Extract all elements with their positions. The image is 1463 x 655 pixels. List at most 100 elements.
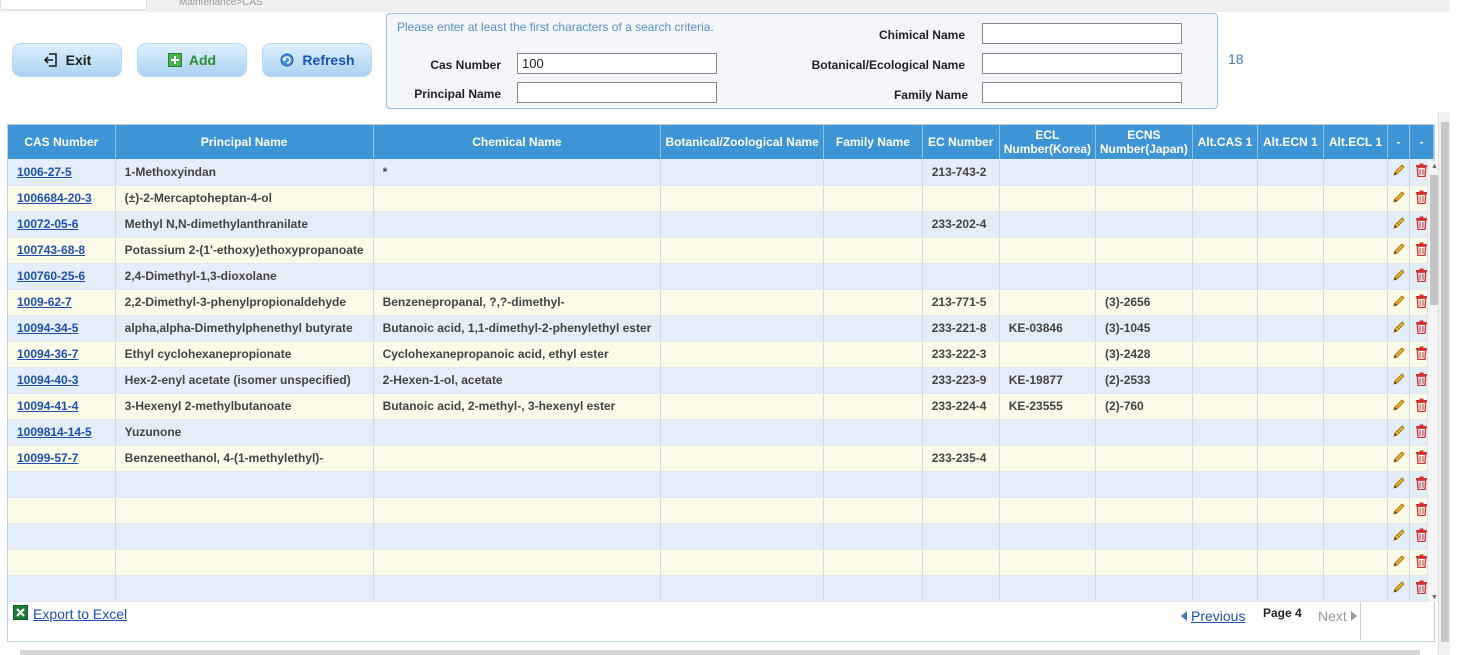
chimical-name-input[interactable] (982, 23, 1182, 44)
top-tab[interactable] (0, 0, 147, 10)
exit-label: Exit (65, 52, 92, 68)
table-cell: Butanoic acid, 2-methyl-, 3-hexenyl este… (373, 393, 662, 420)
edit-cell (1387, 237, 1411, 264)
pencil-icon[interactable] (1392, 580, 1406, 597)
table-cell (660, 497, 825, 524)
pencil-icon[interactable] (1392, 190, 1406, 207)
table-cell (115, 497, 374, 524)
family-name-input[interactable] (982, 82, 1182, 103)
previous-page-link[interactable]: Previous (1181, 608, 1245, 624)
export-to-excel-link[interactable]: Export to Excel (13, 605, 127, 623)
table-cell: Ethyl cyclohexanepropionate (115, 341, 374, 368)
cas-number-link[interactable]: 10072-05-6 (17, 217, 78, 231)
column-header-10[interactable]: Alt.ECL 1 (1323, 125, 1389, 159)
table-cell: 3-Hexenyl 2-methylbutanoate (115, 393, 374, 420)
table-cell (823, 159, 923, 186)
table-cell (1323, 471, 1389, 498)
table-cell (1192, 445, 1259, 472)
chevron-right-icon (1350, 608, 1357, 624)
table-cell (660, 185, 825, 212)
pencil-icon[interactable] (1392, 372, 1406, 389)
page-scrollbar[interactable] (1438, 112, 1450, 655)
table-cell: 233-221-8 (922, 315, 1000, 342)
pencil-icon[interactable] (1392, 502, 1406, 519)
table-cell: KE-19877 (999, 367, 1097, 394)
botanical-name-input[interactable] (982, 53, 1182, 74)
pencil-icon[interactable] (1392, 450, 1406, 467)
table-cell (1192, 549, 1259, 576)
table-cell (115, 575, 374, 602)
principal-name-input[interactable] (517, 82, 717, 103)
table-cell: 2,4-Dimethyl-1,3-dioxolane (115, 263, 374, 290)
edit-cell (1387, 263, 1411, 290)
table-cell: 10094-41-4 (8, 393, 116, 420)
table-cell (922, 549, 1000, 576)
pencil-icon[interactable] (1392, 320, 1406, 337)
table-cell (1095, 185, 1193, 212)
cas-number-link[interactable]: 1006-27-5 (17, 165, 72, 179)
edit-cell (1387, 211, 1411, 238)
column-header-7[interactable]: ECNS Number(Japan) (1095, 125, 1193, 159)
pencil-icon[interactable] (1392, 424, 1406, 441)
export-to-excel-label: Export to Excel (33, 606, 128, 622)
cas-table: CAS Number Principal Name Chemical Name Bot… (8, 125, 1434, 602)
cas-number-link[interactable]: 10094-41-4 (17, 399, 78, 413)
pencil-icon[interactable] (1392, 528, 1406, 545)
table-cell (1323, 367, 1389, 394)
pencil-icon[interactable] (1392, 268, 1406, 285)
cas-number-link[interactable]: 1009814-14-5 (17, 425, 92, 439)
table-cell: 10094-36-7 (8, 341, 116, 368)
next-page-link[interactable]: Next (1318, 608, 1357, 624)
page-horizontal-scrollbar[interactable] (20, 650, 1420, 655)
pencil-icon[interactable] (1392, 294, 1406, 311)
table-cell (373, 185, 662, 212)
column-header-4[interactable]: Family Name (823, 125, 923, 159)
column-header-9[interactable]: Alt.ECN 1 (1257, 125, 1324, 159)
cas-number-link[interactable]: 1006684-20-3 (17, 191, 92, 205)
table-cell (1192, 393, 1259, 420)
table-cell (1257, 471, 1324, 498)
table-row (8, 549, 1434, 576)
table-cell (1257, 523, 1324, 550)
cas-number-input[interactable] (517, 53, 717, 74)
column-header-11[interactable]: - (1387, 125, 1411, 159)
column-header-12[interactable]: - (1409, 125, 1434, 159)
refresh-button[interactable]: Refresh (262, 43, 372, 77)
table-cell (373, 211, 662, 238)
current-page: Page 4 (1263, 606, 1302, 620)
pencil-icon[interactable] (1392, 242, 1406, 259)
table-cell (999, 419, 1097, 446)
exit-button[interactable]: Exit (12, 43, 122, 77)
cas-number-link[interactable]: 100743-68-8 (17, 243, 85, 257)
cas-number-link[interactable]: 100760-25-6 (17, 269, 85, 283)
table-cell (1192, 497, 1259, 524)
page-scroll-thumb[interactable] (1441, 122, 1449, 642)
table-cell (1095, 575, 1193, 602)
cas-number-link[interactable]: 10099-57-7 (17, 451, 78, 465)
column-header-1[interactable]: Principal Name (115, 125, 374, 159)
pencil-icon[interactable] (1392, 398, 1406, 415)
cas-number-link[interactable]: 1009-62-7 (17, 295, 72, 309)
column-header-3[interactable]: Botanical/Zoological Name (660, 125, 825, 159)
add-button[interactable]: Add (137, 43, 247, 77)
table-cell (1257, 575, 1324, 602)
cas-number-link[interactable]: 10094-36-7 (17, 347, 78, 361)
table-cell (660, 445, 825, 472)
column-header-2[interactable]: Chemical Name (373, 125, 662, 159)
plus-icon (167, 53, 182, 67)
column-header-6[interactable]: ECL Number(Korea) (999, 125, 1097, 159)
table-cell (999, 211, 1097, 238)
cas-number-link[interactable]: 10094-34-5 (17, 321, 78, 335)
pencil-icon[interactable] (1392, 216, 1406, 233)
column-header-5[interactable]: EC Number (922, 125, 1000, 159)
column-header-8[interactable]: Alt.CAS 1 (1192, 125, 1259, 159)
cas-number-link[interactable]: 10094-40-3 (17, 373, 78, 387)
pencil-icon[interactable] (1392, 346, 1406, 363)
edit-cell (1387, 497, 1411, 524)
column-header-0[interactable]: CAS Number (8, 125, 116, 159)
edit-cell (1387, 289, 1411, 316)
table-cell (999, 497, 1097, 524)
pencil-icon[interactable] (1392, 476, 1406, 493)
pencil-icon[interactable] (1392, 163, 1406, 180)
pencil-icon[interactable] (1392, 554, 1406, 571)
